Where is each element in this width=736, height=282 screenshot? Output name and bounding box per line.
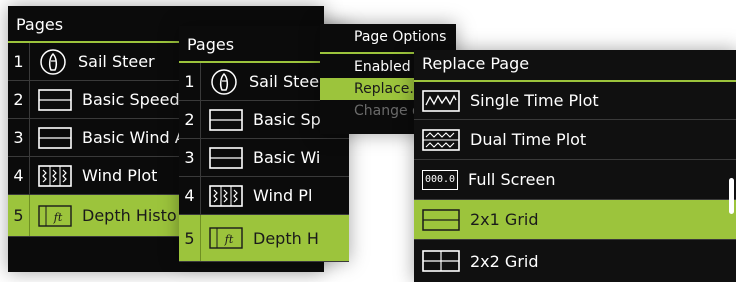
page-number: 1 (179, 63, 201, 100)
svg-text:ft: ft (224, 233, 234, 246)
page-label: Basic Speed (82, 90, 180, 109)
replace-item-dual-time-plot[interactable]: Dual Time Plot (414, 120, 736, 160)
sail-steer-icon (38, 48, 68, 76)
replace-item-full-screen[interactable]: 000.0 Full Screen (414, 160, 736, 200)
full-screen-icon-text: 000.0 (424, 174, 456, 185)
page-label: Wind Pl (253, 186, 313, 205)
page-label: Basic Sp (253, 110, 321, 129)
single-pane-icon (209, 146, 243, 169)
page-number: 3 (179, 139, 201, 176)
replace-item-2x1-grid[interactable]: 2x1 Grid (414, 200, 736, 240)
page-number: 2 (179, 101, 201, 138)
replace-item-label: Full Screen (468, 170, 556, 189)
single-time-plot-icon (422, 89, 460, 112)
page-number: 3 (8, 119, 30, 156)
replace-page-header: Replace Page (414, 50, 736, 82)
replace-item-single-time-plot[interactable]: Single Time Plot (414, 82, 736, 120)
scrollbar[interactable] (729, 178, 734, 214)
replace-item-label: Single Time Plot (470, 91, 599, 110)
replace-item-2x2-grid[interactable]: 2x2 Grid (414, 240, 736, 282)
replace-page-dialog: Replace Page Single Time Plot Dual Time … (414, 50, 736, 282)
page-number: 5 (179, 215, 201, 261)
page-number: 4 (179, 177, 201, 214)
page-label: Depth H (253, 228, 319, 248)
grid-2x1-icon (422, 208, 460, 231)
page-label: Basic Wind A (82, 128, 186, 147)
sail-steer-icon (209, 68, 239, 96)
page-label: Depth Histo (82, 206, 177, 225)
grid-2x2-icon (422, 250, 460, 272)
page-number: 1 (8, 43, 30, 80)
depth-history-icon: ft (38, 204, 72, 227)
replace-item-label: 2x2 Grid (470, 251, 539, 271)
svg-text:ft: ft (53, 211, 63, 224)
wind-plot-icon (209, 184, 243, 207)
page-row-3[interactable]: 3 Basic Wi (179, 139, 349, 177)
wind-plot-icon (38, 164, 72, 187)
replace-page-title: Replace Page (422, 54, 530, 73)
page-number: 4 (8, 157, 30, 194)
single-pane-icon (38, 88, 72, 111)
page-row-5[interactable]: 5 ft Depth H (179, 215, 349, 262)
pages-title: Pages (187, 35, 235, 54)
single-pane-icon (209, 108, 243, 131)
page-label: Wind Plot (82, 166, 158, 185)
depth-history-icon: ft (209, 227, 243, 249)
page-label: Sail Steer (78, 52, 155, 71)
dual-time-plot-icon (422, 128, 460, 151)
page-options-title: Page Options (354, 29, 447, 45)
replace-item-label: Dual Time Plot (470, 130, 587, 149)
page-number: 5 (8, 195, 30, 236)
page-label: Sail Stee (249, 72, 320, 91)
full-screen-icon: 000.0 (422, 169, 458, 190)
page-label: Basic Wi (253, 148, 321, 167)
page-row-4[interactable]: 4 Wind Pl (179, 177, 349, 215)
replace-item-label: 2x1 Grid (470, 210, 539, 229)
single-pane-icon (38, 126, 72, 149)
page-number: 2 (8, 81, 30, 118)
pages-title: Pages (16, 15, 64, 34)
